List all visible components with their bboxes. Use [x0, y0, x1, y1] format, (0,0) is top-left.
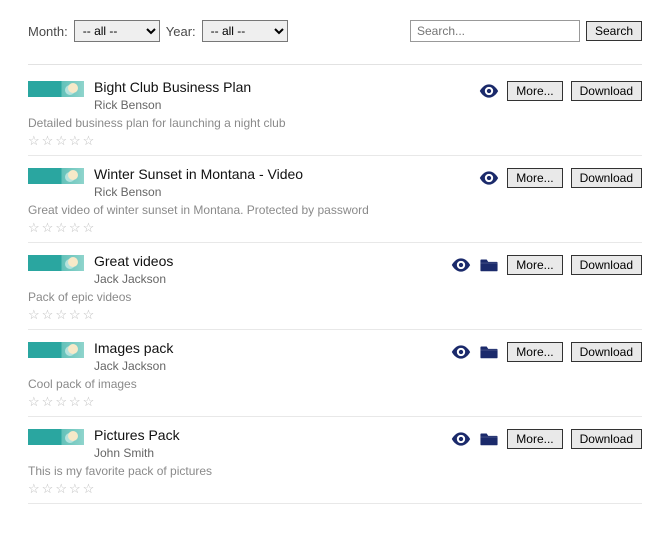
item-author: John Smith	[94, 446, 441, 460]
star-icon[interactable]: ☆	[42, 482, 54, 495]
star-icon[interactable]: ☆	[55, 308, 67, 321]
star-icon[interactable]: ☆	[55, 482, 67, 495]
star-icon[interactable]: ☆	[69, 308, 81, 321]
star-icon[interactable]: ☆	[42, 134, 54, 147]
thumbnail[interactable]	[28, 342, 84, 358]
item-title[interactable]: Winter Sunset in Montana - Video	[94, 166, 469, 182]
download-button[interactable]: Download	[571, 342, 642, 362]
year-label: Year:	[166, 24, 196, 39]
star-icon[interactable]: ☆	[69, 134, 81, 147]
folder-icon[interactable]	[479, 432, 499, 446]
item-title[interactable]: Pictures Pack	[94, 427, 441, 443]
item-author: Rick Benson	[94, 185, 469, 199]
star-icon[interactable]: ☆	[42, 308, 54, 321]
download-button[interactable]: Download	[571, 81, 642, 101]
folder-icon[interactable]	[479, 345, 499, 359]
rating-stars: ☆☆☆☆☆	[28, 221, 642, 234]
filter-bar: Month: -- all -- Year: -- all -- Search	[28, 20, 642, 42]
item-title[interactable]: Images pack	[94, 340, 441, 356]
item-title[interactable]: Great videos	[94, 253, 441, 269]
item-author: Jack Jackson	[94, 359, 441, 373]
item-actions: More... Download	[479, 168, 642, 188]
thumbnail[interactable]	[28, 255, 84, 271]
star-icon[interactable]: ☆	[55, 395, 67, 408]
item-title[interactable]: Bight Club Business Plan	[94, 79, 469, 95]
item-description: Detailed business plan for launching a n…	[28, 116, 642, 130]
star-icon[interactable]: ☆	[28, 134, 40, 147]
item-actions: More... Download	[479, 81, 642, 101]
search-input[interactable]	[410, 20, 580, 42]
eye-icon[interactable]	[451, 258, 471, 272]
item-description: Great video of winter sunset in Montana.…	[28, 203, 642, 217]
item-description: Cool pack of images	[28, 377, 642, 391]
thumbnail[interactable]	[28, 429, 84, 445]
item-actions: More... Download	[451, 255, 642, 275]
download-button[interactable]: Download	[571, 168, 642, 188]
star-icon[interactable]: ☆	[83, 308, 95, 321]
rating-stars: ☆☆☆☆☆	[28, 395, 642, 408]
item-actions: More... Download	[451, 342, 642, 362]
star-icon[interactable]: ☆	[69, 482, 81, 495]
item-author: Rick Benson	[94, 98, 469, 112]
star-icon[interactable]: ☆	[55, 221, 67, 234]
folder-icon[interactable]	[479, 258, 499, 272]
item-author: Jack Jackson	[94, 272, 441, 286]
star-icon[interactable]: ☆	[83, 134, 95, 147]
item-actions: More... Download	[451, 429, 642, 449]
star-icon[interactable]: ☆	[42, 221, 54, 234]
list-item: Bight Club Business Plan Rick Benson Mor…	[28, 69, 642, 156]
star-icon[interactable]: ☆	[28, 482, 40, 495]
eye-icon[interactable]	[451, 345, 471, 359]
star-icon[interactable]: ☆	[69, 221, 81, 234]
more-button[interactable]: More...	[507, 255, 562, 275]
star-icon[interactable]: ☆	[83, 482, 95, 495]
list-item: Great videos Jack Jackson More... Downlo…	[28, 243, 642, 330]
eye-icon[interactable]	[479, 84, 499, 98]
year-select[interactable]: -- all --	[202, 20, 288, 42]
more-button[interactable]: More...	[507, 168, 562, 188]
star-icon[interactable]: ☆	[28, 308, 40, 321]
star-icon[interactable]: ☆	[55, 134, 67, 147]
rating-stars: ☆☆☆☆☆	[28, 482, 642, 495]
item-description: Pack of epic videos	[28, 290, 642, 304]
star-icon[interactable]: ☆	[28, 221, 40, 234]
list-item: Pictures Pack John Smith More... Downloa…	[28, 417, 642, 504]
download-button[interactable]: Download	[571, 255, 642, 275]
star-icon[interactable]: ☆	[69, 395, 81, 408]
star-icon[interactable]: ☆	[28, 395, 40, 408]
more-button[interactable]: More...	[507, 429, 562, 449]
thumbnail[interactable]	[28, 81, 84, 97]
star-icon[interactable]: ☆	[83, 221, 95, 234]
more-button[interactable]: More...	[507, 342, 562, 362]
month-select[interactable]: -- all --	[74, 20, 160, 42]
item-list: Bight Club Business Plan Rick Benson Mor…	[28, 69, 642, 504]
thumbnail[interactable]	[28, 168, 84, 184]
divider	[28, 64, 642, 65]
eye-icon[interactable]	[451, 432, 471, 446]
rating-stars: ☆☆☆☆☆	[28, 134, 642, 147]
month-label: Month:	[28, 24, 68, 39]
list-item: Images pack Jack Jackson More... Downloa…	[28, 330, 642, 417]
download-button[interactable]: Download	[571, 429, 642, 449]
list-item: Winter Sunset in Montana - Video Rick Be…	[28, 156, 642, 243]
star-icon[interactable]: ☆	[42, 395, 54, 408]
more-button[interactable]: More...	[507, 81, 562, 101]
rating-stars: ☆☆☆☆☆	[28, 308, 642, 321]
item-description: This is my favorite pack of pictures	[28, 464, 642, 478]
search-button[interactable]: Search	[586, 21, 642, 41]
eye-icon[interactable]	[479, 171, 499, 185]
star-icon[interactable]: ☆	[83, 395, 95, 408]
